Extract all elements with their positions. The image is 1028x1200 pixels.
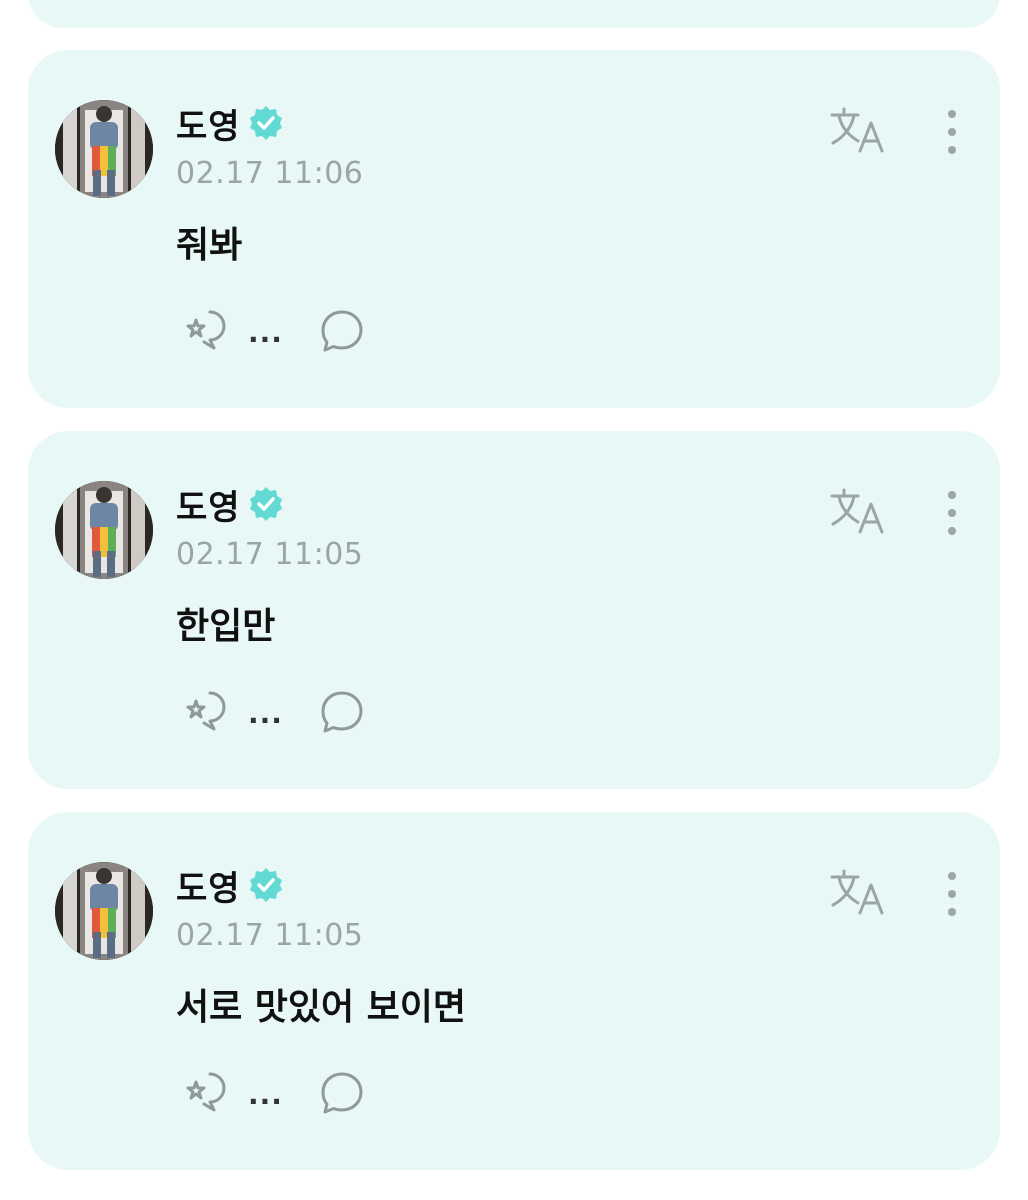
translate-icon[interactable]	[830, 867, 890, 919]
post-time: 02.17 11:06	[176, 156, 364, 191]
translate-icon[interactable]	[830, 105, 890, 157]
reaction-icon[interactable]	[180, 687, 232, 735]
avatar[interactable]	[55, 100, 153, 198]
author-row: 도영	[176, 861, 285, 910]
avatar[interactable]	[55, 481, 153, 579]
reaction-icon[interactable]	[180, 306, 232, 354]
reaction-icon[interactable]	[180, 1068, 232, 1116]
post-time: 02.17 11:05	[176, 918, 364, 953]
author-name[interactable]: 도영	[176, 861, 241, 910]
post-message: 줘봐	[176, 225, 243, 266]
reaction-count: ...	[248, 316, 283, 349]
post-message: 서로 맛있어 보이면	[176, 987, 467, 1028]
more-vertical-icon[interactable]	[936, 870, 968, 918]
reaction-count: ...	[248, 1078, 283, 1111]
verified-badge-icon	[247, 866, 285, 904]
comment-bubble-icon[interactable]	[318, 308, 366, 356]
comment-bubble-icon[interactable]	[318, 1070, 366, 1118]
author-row: 도영	[176, 99, 285, 148]
post-time: 02.17 11:05	[176, 537, 364, 572]
author-name[interactable]: 도영	[176, 480, 241, 529]
verified-badge-icon	[247, 104, 285, 142]
post-card-1: 도영 02.17 11:06 줘봐 ...	[28, 50, 1000, 408]
post-card-2: 도영 02.17 11:05 한입만 ...	[28, 431, 1000, 789]
author-name[interactable]: 도영	[176, 99, 241, 148]
post-card-partial	[28, 0, 1000, 28]
author-row: 도영	[176, 480, 285, 529]
more-vertical-icon[interactable]	[936, 108, 968, 156]
reaction-count: ...	[248, 697, 283, 730]
more-vertical-icon[interactable]	[936, 489, 968, 537]
verified-badge-icon	[247, 485, 285, 523]
avatar[interactable]	[55, 862, 153, 960]
post-card-3: 도영 02.17 11:05 서로 맛있어 보이면 ...	[28, 812, 1000, 1170]
comment-bubble-icon[interactable]	[318, 689, 366, 737]
post-message: 한입만	[176, 606, 276, 647]
translate-icon[interactable]	[830, 486, 890, 538]
